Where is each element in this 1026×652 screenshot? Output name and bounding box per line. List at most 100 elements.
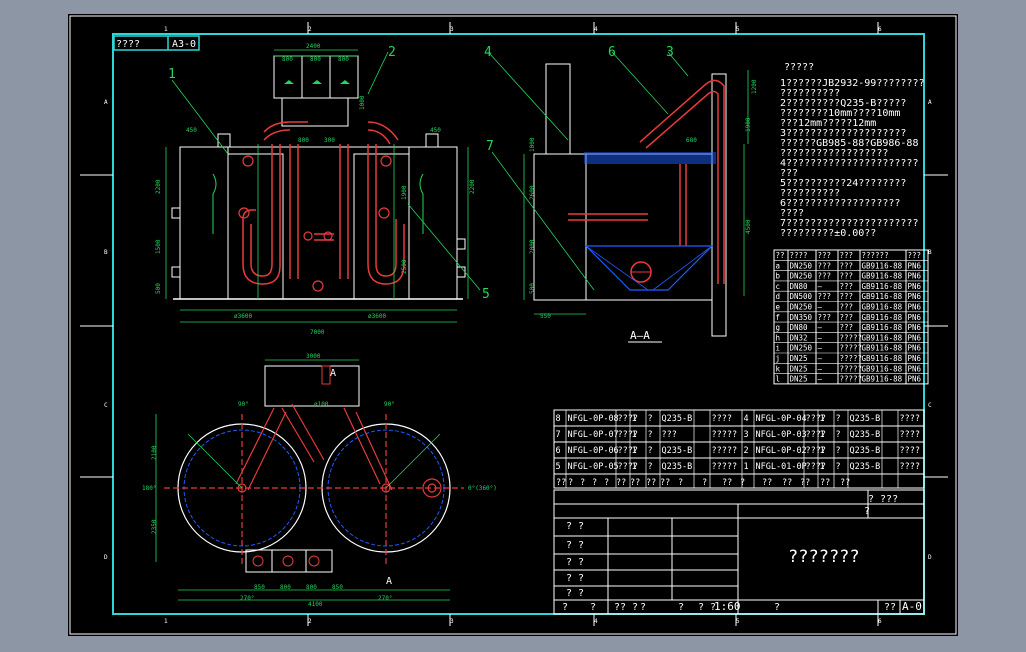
nozzle-cell: GB9116-88 <box>862 282 903 291</box>
water-level <box>584 152 716 164</box>
plan-dim-800-b: 800 <box>306 584 317 591</box>
nozzle-header-cell: ??? <box>840 251 854 260</box>
callout-5: 5 <box>482 287 490 302</box>
sect-dim-680: 680 <box>686 137 697 144</box>
bom-cell: ? <box>836 462 841 472</box>
nozzle-cell: — <box>818 282 823 291</box>
zone-bottom-6: 6 <box>878 618 882 625</box>
nozzle-cell: PN6 <box>908 313 922 322</box>
plan-dim-4100: 4100 <box>308 601 323 608</box>
nozzle-cell: d <box>776 292 781 301</box>
zone-right-b: B <box>928 249 932 256</box>
bottom-cell-2: ? <box>590 602 596 613</box>
sheet-label: ?? <box>884 602 896 613</box>
bom-header-cell: ? <box>568 478 573 488</box>
plan-dim-2350: 2350 <box>151 519 158 534</box>
dim-7000: 7000 <box>310 329 325 336</box>
nozzle-cell: — <box>818 344 823 353</box>
bom-cell: Q235-B <box>662 414 693 424</box>
bom-cell: Q235-B <box>662 462 693 472</box>
company-name-2: ? <box>864 506 870 517</box>
nozzle-cell: PN6 <box>908 364 922 373</box>
bom-cell: 3 <box>744 430 749 440</box>
bom-cell: NFGL-0P-04 <box>756 414 807 424</box>
bom-header-cell: ?? <box>630 478 640 488</box>
plan-angle-270-left: 270° <box>240 595 254 602</box>
section-aa: 1200 1900 4500 550 2000 500 680 2600 100… <box>484 45 758 343</box>
bom-cell: NFGL-01-0P <box>756 462 807 472</box>
nozzle-cell: DN25 <box>790 364 808 373</box>
callout-2: 2 <box>388 45 396 60</box>
nozzle-cell: DN250 <box>790 303 813 312</box>
bom-cell: ??? <box>662 430 677 440</box>
sign-row-3: ? ? <box>566 557 584 568</box>
bom-cell: Q235-B <box>850 446 881 456</box>
nozzle-cell: GB9116-88 <box>862 323 903 332</box>
nozzle-header-cell: ?? <box>776 251 785 260</box>
bom-cell: ???? <box>900 414 920 424</box>
bom-cell: ???? <box>900 430 920 440</box>
nozzle-cell: f <box>776 313 781 322</box>
nozzle-cell: l <box>776 375 781 384</box>
bom-cell: ???? <box>900 462 920 472</box>
nozzle-cell: DN250 <box>790 261 813 270</box>
zone-top-3: 3 <box>450 26 454 33</box>
zone-right-a: A <box>928 99 932 106</box>
nozzle-cell: — <box>818 375 823 384</box>
bom-header-cell: ?? <box>820 478 830 488</box>
front-elevation: 2400 800 800 800 450 450 2200 2200 1500 … <box>155 43 490 336</box>
sect-dim-1000: 1000 <box>529 137 536 152</box>
bom-cell: 6 <box>556 446 561 456</box>
nozzle-cell: ????? <box>840 364 863 373</box>
nozzle-header-cell: ??? <box>908 251 922 260</box>
nozzle-cell: GB9116-88 <box>862 344 903 353</box>
zone-left-c: C <box>104 402 108 409</box>
nozzle-cell: h <box>776 333 781 342</box>
nozzle-cell: i <box>776 344 781 353</box>
bom-cell: 1 <box>632 462 637 472</box>
bom-cell: 5 <box>556 462 561 472</box>
bom-cell: NFGL-0P-08 <box>568 414 619 424</box>
bottom-cell-4: ? <box>640 602 646 613</box>
nozzle-cell: DN25 <box>790 354 808 363</box>
nozzle-cell: DN80 <box>790 323 809 332</box>
dim-2400: 2400 <box>306 43 321 50</box>
sect-dim-1900: 1900 <box>745 117 752 132</box>
title-tag-size: A3-0 <box>172 39 196 50</box>
zone-bottom-4: 4 <box>594 618 598 625</box>
nozzle-cell: ????? <box>840 354 863 363</box>
sheet-code: A-0 <box>902 600 922 613</box>
bottom-cell-6: ? <box>774 602 780 613</box>
plan-dim-800-a: 800 <box>280 584 291 591</box>
bom-header-cell: ?? <box>762 478 772 488</box>
nozzle-cell: ??? <box>840 292 854 301</box>
bom-header-cell: ?? <box>646 478 656 488</box>
zone-top-6: 6 <box>878 26 882 33</box>
nozzle-header-cell: ???? <box>790 251 808 260</box>
zone-top-5: 5 <box>736 26 740 33</box>
zone-bottom-1: 1 <box>164 618 168 625</box>
nozzle-header-cell: ??? <box>818 251 832 260</box>
bom-cell: NFGL-0P-07 <box>568 430 619 440</box>
dim-2200-right: 2200 <box>469 179 476 194</box>
nozzle-cell: ??? <box>818 261 832 270</box>
bom-cell: ? <box>648 414 653 424</box>
title-tag-label: ???? <box>116 39 140 50</box>
sign-row-2: ? ? <box>566 540 584 551</box>
bom-cell: NFGL-0P-03 <box>756 430 807 440</box>
sign-row-5: ? ? <box>566 588 584 599</box>
zone-top-4: 4 <box>594 26 598 33</box>
nozzle-cell: — <box>818 364 823 373</box>
bom-cell: Q235-B <box>850 414 881 424</box>
bom-header-cell: ? <box>580 478 585 488</box>
nozzle-cell: GB9116-88 <box>862 303 903 312</box>
bom-header-cell: ?? <box>840 478 850 488</box>
bom-header-cell: ? <box>604 478 609 488</box>
nozzle-cell: PN6 <box>908 261 922 270</box>
sect-dim-550: 550 <box>540 313 551 320</box>
nozzle-cell: PN6 <box>908 282 922 291</box>
zone-left-a: A <box>104 99 108 106</box>
plan-angle-90-right: 90° <box>384 401 395 408</box>
bom-cell: ???? <box>900 446 920 456</box>
callout-1: 1 <box>168 67 176 82</box>
